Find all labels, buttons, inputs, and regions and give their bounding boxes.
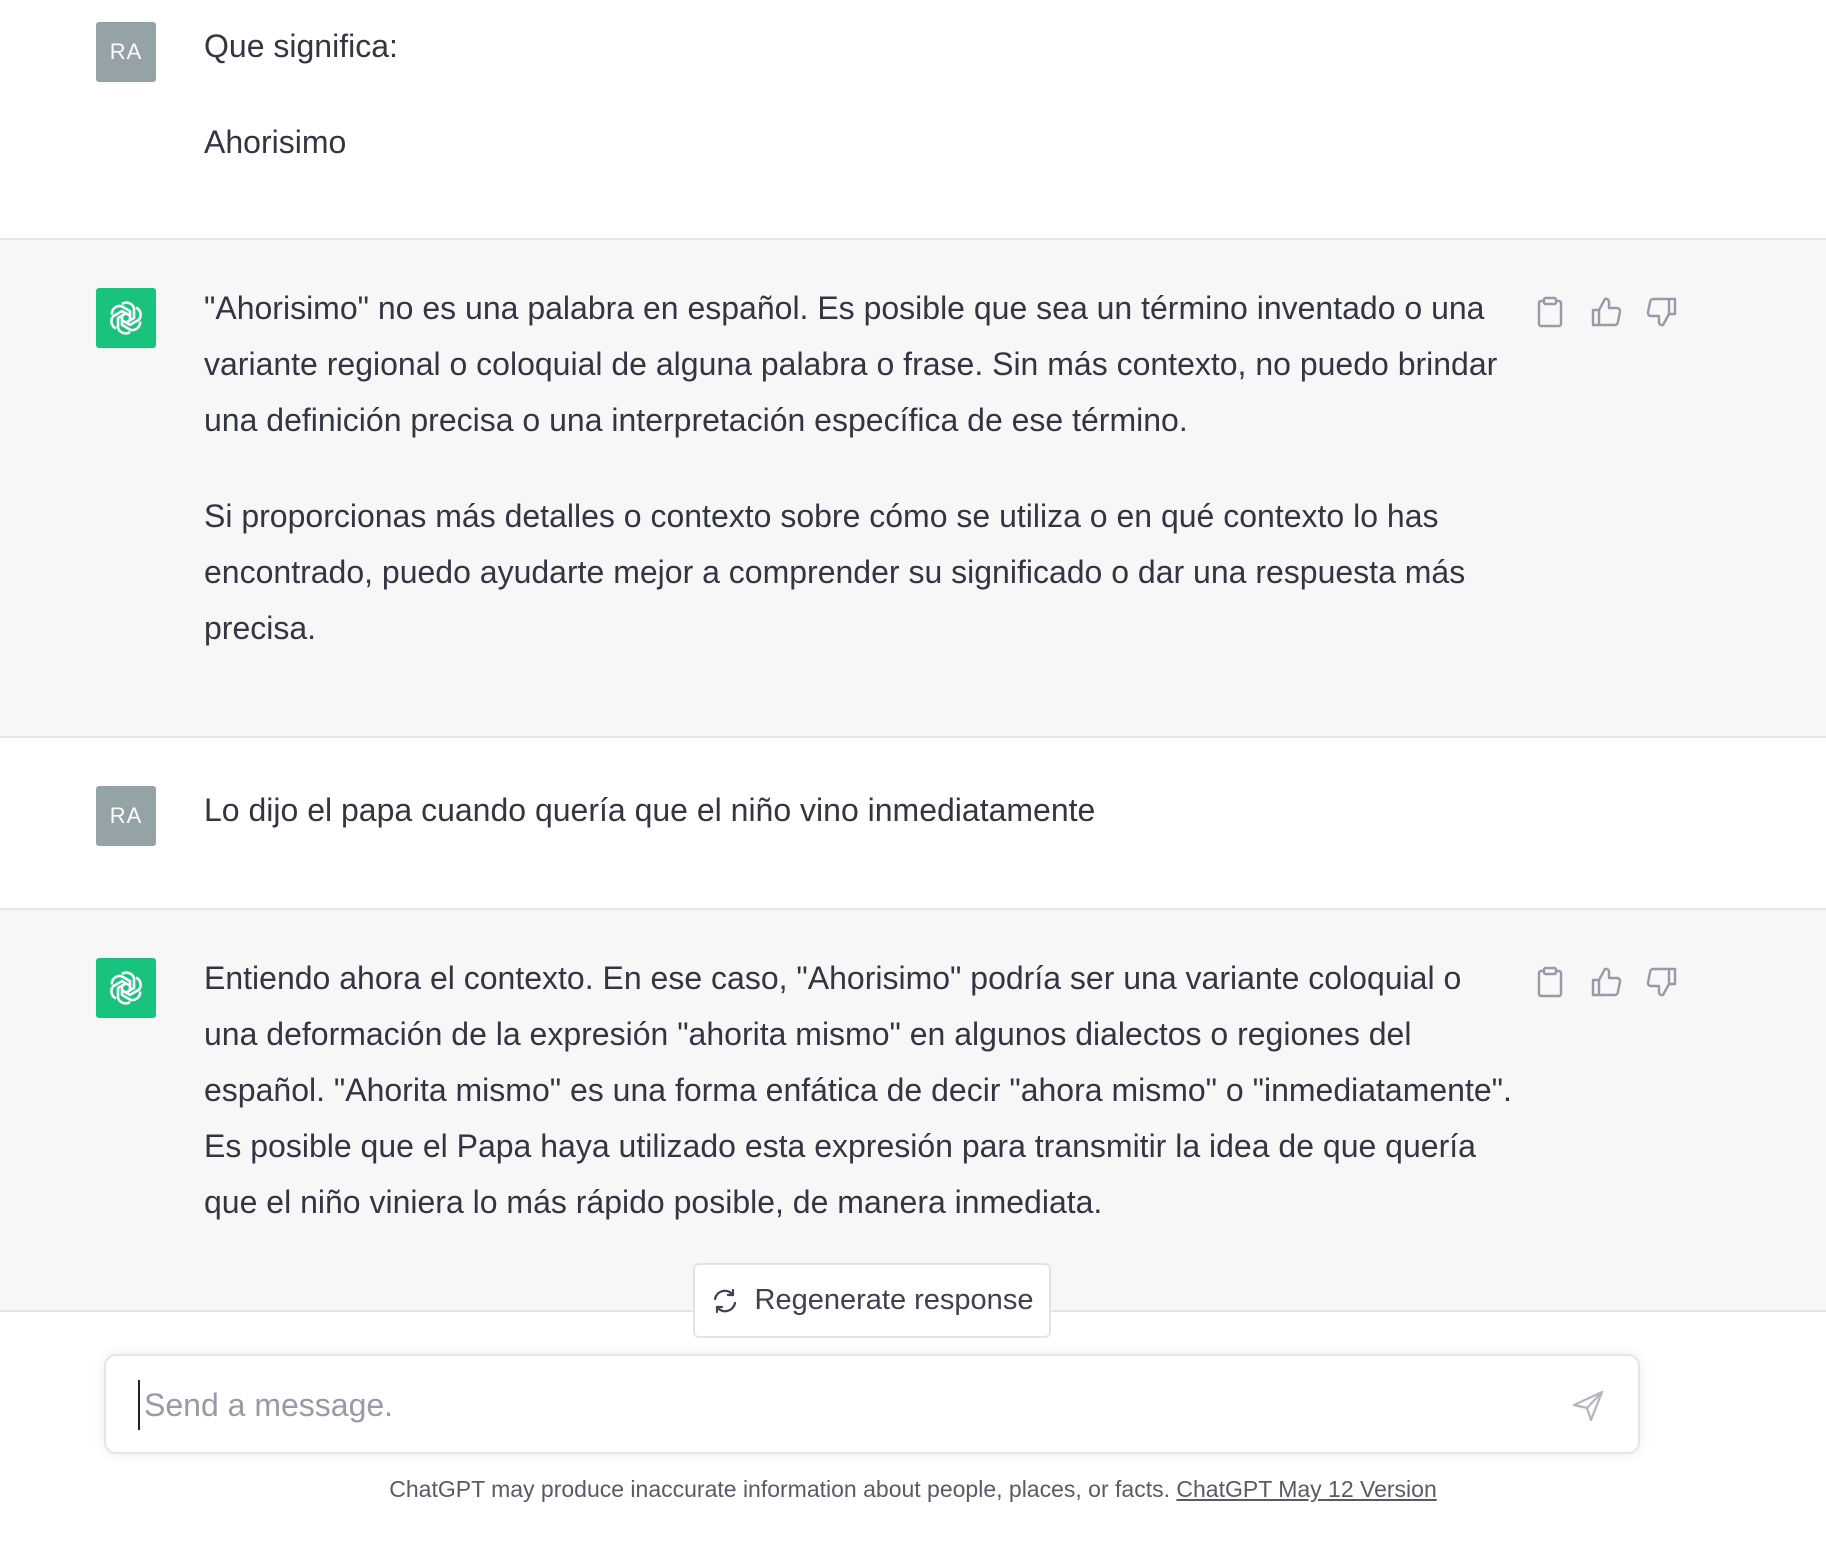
chat-page: RA Que significa: Ahorisimo "Ahorisimo" … xyxy=(0,0,1826,1544)
version-link[interactable]: ChatGPT May 12 Version xyxy=(1176,1476,1436,1502)
openai-logo-icon xyxy=(110,301,142,335)
user-avatar-initials: RA xyxy=(109,803,143,828)
message-paragraph: Entiendo ahora el contexto. En ese caso,… xyxy=(204,960,1512,1220)
user-message-text: Lo dijo el papa cuando quería que el niñ… xyxy=(204,782,1514,838)
user-message-text: Que significa: Ahorisimo xyxy=(204,18,1514,170)
message-paragraph: Que significa: xyxy=(204,28,398,64)
message-actions xyxy=(1530,292,1690,332)
user-message-turn: RA Lo dijo el papa cuando quería que el … xyxy=(0,738,1826,908)
regenerate-label: Regenerate response xyxy=(754,1284,1034,1316)
user-avatar-initials: RA xyxy=(109,39,143,64)
openai-logo-icon xyxy=(110,971,142,1005)
user-avatar: RA xyxy=(96,22,156,82)
user-message-turn: RA Que significa: Ahorisimo xyxy=(0,0,1826,238)
send-icon xyxy=(1572,1390,1604,1422)
assistant-message-turn: Entiendo ahora el contexto. En ese caso,… xyxy=(0,908,1826,1312)
copy-button[interactable] xyxy=(1530,292,1570,332)
message-input[interactable] xyxy=(138,1380,1524,1430)
refresh-icon xyxy=(713,1288,736,1313)
message-paragraph: "Ahorisimo" no es una palabra en español… xyxy=(204,290,1498,438)
message-paragraph: Si proporcionas más detalles o contexto … xyxy=(204,498,1466,646)
thumbs-down-icon xyxy=(1646,297,1677,327)
thumbs-down-icon xyxy=(1646,967,1677,997)
thumbs-up-icon xyxy=(1591,297,1622,327)
message-paragraph: Lo dijo el papa cuando quería que el niñ… xyxy=(204,792,1096,828)
assistant-message-turn: "Ahorisimo" no es una palabra en español… xyxy=(0,238,1826,738)
copy-button[interactable] xyxy=(1530,962,1570,1002)
assistant-message-text: Entiendo ahora el contexto. En ese caso,… xyxy=(204,950,1514,1230)
assistant-avatar xyxy=(96,958,156,1018)
disclaimer-text: ChatGPT may produce inaccurate informati… xyxy=(389,1476,1177,1502)
assistant-avatar xyxy=(96,288,156,348)
assistant-message-text: "Ahorisimo" no es una palabra en español… xyxy=(204,280,1514,656)
thumbs-up-button[interactable] xyxy=(1586,962,1626,1002)
send-button[interactable] xyxy=(1568,1386,1608,1426)
message-composer xyxy=(104,1354,1640,1454)
user-avatar: RA xyxy=(96,786,156,846)
thumbs-down-button[interactable] xyxy=(1642,292,1682,332)
clipboard-icon xyxy=(1537,296,1563,328)
message-paragraph: Ahorisimo xyxy=(204,124,347,160)
message-actions xyxy=(1530,962,1690,1002)
thumbs-up-button[interactable] xyxy=(1586,292,1626,332)
thumbs-up-icon xyxy=(1591,967,1622,997)
regenerate-response-button[interactable]: Regenerate response xyxy=(693,1263,1051,1338)
clipboard-icon xyxy=(1537,966,1563,998)
thumbs-down-button[interactable] xyxy=(1642,962,1682,1002)
disclaimer-footer: ChatGPT may produce inaccurate informati… xyxy=(0,1476,1826,1503)
